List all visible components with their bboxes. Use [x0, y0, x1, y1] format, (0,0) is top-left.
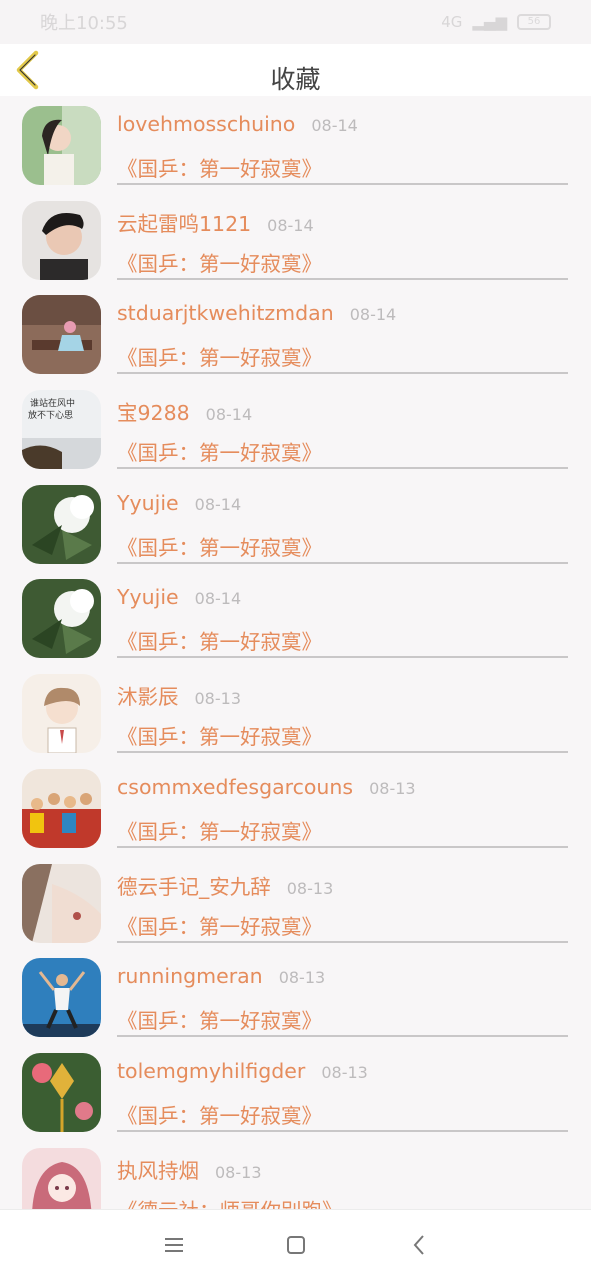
avatar[interactable] [22, 958, 101, 1038]
work-title[interactable]: 《国乒：第一好寂寞》 [117, 720, 322, 750]
avatar[interactable] [22, 579, 101, 659]
item-date: 08-14 [194, 589, 242, 609]
item-date: 08-13 [321, 1062, 368, 1082]
user-name[interactable]: runningmeran [117, 964, 263, 988]
list-item[interactable]: 谁站在风中 放不下心思 宝9288 08-14 《国乒：第一好寂寞》 [0, 380, 591, 475]
list-item[interactable]: Yyujie 08-14 《国乒：第一好寂寞》 [0, 569, 591, 664]
work-title[interactable]: 《国乒：第一好寂寞》 [117, 1004, 322, 1034]
name-line: runningmeran 08-13 [117, 964, 325, 988]
user-name[interactable]: 宝9288 [117, 396, 190, 426]
user-name[interactable]: 沐影辰 [117, 680, 179, 710]
item-date: 08-14 [311, 116, 358, 135]
status-bar: 晚上10:55 4G ▂▄▆ 56 [0, 0, 591, 44]
work-title[interactable]: 《国乒：第一好寂寞》 [117, 1099, 322, 1129]
avatar[interactable] [22, 768, 101, 848]
name-line: 执风持烟 08-13 [117, 1154, 262, 1184]
item-date: 08-14 [267, 215, 314, 235]
name-line: stduarjtkwehitzmdan 08-14 [117, 301, 396, 325]
avatar[interactable] [22, 200, 101, 280]
item-date: 08-13 [286, 878, 334, 898]
user-name[interactable]: 云起雷鸣1121 [117, 207, 251, 237]
list-item[interactable]: Yyujie 08-14 《国乒：第一好寂寞》 [0, 475, 591, 570]
list-item[interactable]: 云起雷鸣1121 08-14 《国乒：第一好寂寞》 [0, 191, 591, 286]
item-date: 08-13 [194, 689, 242, 709]
divider [117, 277, 568, 280]
avatar[interactable] [22, 295, 101, 375]
status-indicators: 4G ▂▄▆ 56 [441, 13, 551, 31]
item-date: 08-14 [349, 305, 397, 325]
nav-back-icon[interactable] [406, 1232, 432, 1258]
signal-text: 4G [441, 13, 463, 31]
work-title[interactable]: 《国乒：第一好寂寞》 [117, 436, 322, 466]
svg-text:放不下心思: 放不下心思 [28, 409, 73, 421]
status-time: 晚上10:55 [40, 13, 128, 34]
work-title[interactable]: 《国乒：第一好寂寞》 [117, 152, 322, 182]
list-item[interactable]: 德云手记_安九辞 08-13 《国乒：第一好寂寞》 [0, 854, 591, 949]
name-line: lovehmosschuino 08-14 [117, 112, 358, 136]
list-item[interactable]: 沐影辰 08-13 《国乒：第一好寂寞》 [0, 664, 591, 759]
work-title[interactable]: 《国乒：第一好寂寞》 [117, 247, 322, 277]
name-line: Yyujie 08-14 [117, 491, 241, 515]
list-item[interactable]: csommxedfesgarcouns 08-13 《国乒：第一好寂寞》 [0, 759, 591, 854]
user-name[interactable]: Yyujie [117, 585, 179, 609]
page-title: 收藏 [270, 65, 321, 94]
divider [117, 372, 568, 375]
signal-icon: ▂▄▆ [472, 13, 507, 31]
divider [117, 845, 568, 848]
name-line: 德云手记_安九辞 08-13 [117, 870, 333, 900]
divider [117, 1035, 568, 1038]
work-title[interactable]: 《德云社：师哥你别跑》 [117, 1194, 343, 1209]
header: 收藏 [0, 44, 591, 96]
divider [117, 1129, 568, 1132]
work-title[interactable]: 《国乒：第一好寂寞》 [117, 531, 322, 561]
avatar[interactable] [22, 484, 101, 564]
divider [117, 467, 568, 470]
list-item[interactable]: 执风持烟 08-13 《德云社：师哥你别跑》 [0, 1138, 591, 1209]
item-date: 08-13 [369, 778, 416, 798]
home-icon[interactable] [283, 1232, 309, 1258]
item-date: 08-13 [215, 1162, 262, 1182]
user-name[interactable]: Yyujie [117, 491, 179, 515]
name-line: 宝9288 08-14 [117, 396, 252, 426]
name-line: Yyujie 08-14 [117, 585, 241, 609]
divider [117, 183, 568, 185]
item-date: 08-14 [194, 494, 242, 514]
svg-text:谁站在风中: 谁站在风中 [30, 397, 75, 409]
work-title[interactable]: 《国乒：第一好寂寞》 [117, 341, 322, 371]
divider [117, 751, 568, 754]
system-nav-bar [0, 1209, 591, 1280]
avatar[interactable]: 谁站在风中 放不下心思 [22, 390, 101, 470]
menu-icon[interactable] [161, 1232, 187, 1258]
divider [117, 940, 568, 943]
divider [117, 656, 568, 659]
work-title[interactable]: 《国乒：第一好寂寞》 [117, 910, 322, 940]
list-item[interactable]: stduarjtkwehitzmdan 08-14 《国乒：第一好寂寞》 [0, 285, 591, 380]
avatar[interactable] [22, 1052, 101, 1132]
battery-icon: 56 [517, 14, 551, 30]
avatar[interactable] [22, 863, 101, 943]
name-line: tolemgmyhilfigder 08-13 [117, 1059, 368, 1083]
item-date: 08-14 [205, 405, 253, 425]
name-line: 沐影辰 08-13 [117, 680, 241, 710]
list-item[interactable]: lovehmosschuino 08-14 《国乒：第一好寂寞》 [0, 96, 591, 191]
user-name[interactable]: stduarjtkwehitzmdan [117, 301, 334, 325]
work-title[interactable]: 《国乒：第一好寂寞》 [117, 815, 322, 845]
user-name[interactable]: 德云手记_安九辞 [117, 870, 271, 900]
avatar[interactable] [22, 106, 101, 185]
favorites-list[interactable]: lovehmosschuino 08-14 《国乒：第一好寂寞》 云起雷鸣1121 08… [0, 96, 591, 1209]
user-name[interactable]: lovehmosschuino [117, 112, 295, 136]
work-title[interactable]: 《国乒：第一好寂寞》 [117, 625, 322, 655]
item-date: 08-13 [278, 968, 326, 988]
list-item[interactable]: runningmeran 08-13 《国乒：第一好寂寞》 [0, 948, 591, 1043]
name-line: csommxedfesgarcouns 08-13 [117, 775, 416, 799]
name-line: 云起雷鸣1121 08-14 [117, 207, 314, 237]
user-name[interactable]: csommxedfesgarcouns [117, 775, 353, 799]
user-name[interactable]: tolemgmyhilfigder [117, 1059, 305, 1083]
avatar[interactable] [22, 674, 101, 754]
user-name[interactable]: 执风持烟 [117, 1154, 199, 1184]
avatar[interactable] [22, 1147, 101, 1209]
list-item[interactable]: tolemgmyhilfigder 08-13 《国乒：第一好寂寞》 [0, 1043, 591, 1138]
divider [117, 561, 568, 564]
